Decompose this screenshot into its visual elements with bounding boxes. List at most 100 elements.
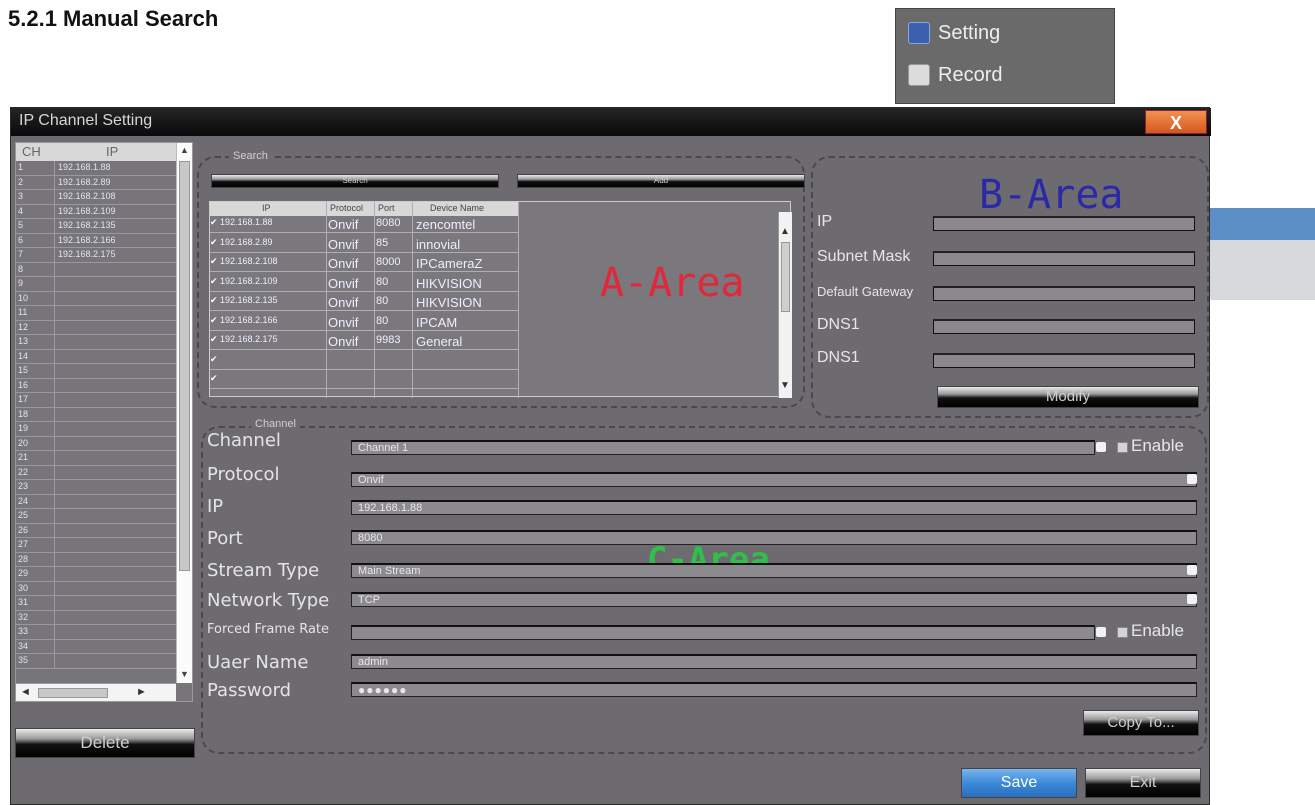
scroll-thumb[interactable] bbox=[179, 161, 190, 571]
column-divider bbox=[54, 480, 55, 494]
forced-frame-rate-select[interactable] bbox=[351, 625, 1095, 640]
checkbox-icon[interactable]: ✔ bbox=[210, 373, 218, 384]
dns1-field[interactable] bbox=[933, 319, 1195, 334]
copy-to-button[interactable]: Copy To... bbox=[1083, 710, 1199, 736]
add-button[interactable]: Add bbox=[517, 174, 805, 188]
channel-row[interactable]: 5 192.168.2.135 bbox=[16, 219, 176, 234]
checkbox-icon[interactable]: ✔ bbox=[210, 237, 218, 248]
channel-row[interactable]: 3 192.168.2.108 bbox=[16, 190, 176, 205]
checkbox-icon[interactable]: ✔ bbox=[210, 276, 218, 287]
channel-row[interactable]: 29 bbox=[16, 567, 176, 582]
search-result-row[interactable]: ✔ 192.168.2.175 Onvif 9983 General bbox=[210, 333, 518, 350]
search-result-row[interactable]: ✔ 192.168.2.166 Onvif 80 IPCAM bbox=[210, 314, 518, 331]
channel-row[interactable]: 17 bbox=[16, 393, 176, 408]
channel-row[interactable]: 14 bbox=[16, 349, 176, 364]
checkbox-icon[interactable]: ✔ bbox=[210, 334, 218, 345]
network-type-select[interactable]: TCP bbox=[351, 592, 1197, 607]
menu-item-record[interactable]: Record bbox=[908, 57, 1002, 93]
ip-field[interactable] bbox=[933, 216, 1195, 231]
channel-row[interactable]: 10 bbox=[16, 291, 176, 306]
search-button[interactable]: Search bbox=[211, 174, 499, 188]
delete-button[interactable]: Delete bbox=[15, 728, 195, 758]
search-result-row[interactable]: ✔ 192.168.2.89 Onvif 85 innovial bbox=[210, 236, 518, 253]
channel-row[interactable]: 11 bbox=[16, 306, 176, 321]
channel-row[interactable]: 26 bbox=[16, 523, 176, 538]
channel-row[interactable]: 8 bbox=[16, 262, 176, 277]
exit-button[interactable]: Exit bbox=[1085, 768, 1201, 798]
channel-select[interactable]: Channel 1 bbox=[351, 440, 1095, 455]
chevron-down-icon[interactable] bbox=[1096, 442, 1106, 452]
channel-row[interactable]: 34 bbox=[16, 639, 176, 654]
save-button[interactable]: Save bbox=[961, 768, 1077, 798]
ip-label: IP bbox=[207, 496, 224, 517]
chevron-down-icon[interactable] bbox=[1187, 565, 1197, 575]
channel-row[interactable]: 23 bbox=[16, 480, 176, 495]
menu-item-setting[interactable]: Setting bbox=[908, 15, 1000, 51]
channel-row[interactable]: 7 192.168.2.175 bbox=[16, 248, 176, 263]
scroll-thumb[interactable] bbox=[38, 688, 108, 698]
ip-input[interactable]: 192.168.1.88 bbox=[351, 500, 1197, 515]
channel-row[interactable]: 25 bbox=[16, 509, 176, 524]
channel-row[interactable]: 24 bbox=[16, 494, 176, 509]
scroll-thumb[interactable] bbox=[781, 242, 790, 312]
horizontal-scrollbar[interactable]: ◄ ► bbox=[16, 683, 176, 701]
subnet-mask-field[interactable] bbox=[933, 251, 1195, 266]
checkbox-icon[interactable]: ✔ bbox=[210, 217, 218, 228]
menu-item-label: Setting bbox=[938, 21, 1001, 44]
search-result-row[interactable]: ✔ 192.168.1.88 Onvif 8080 zencomtel bbox=[210, 216, 518, 233]
search-result-row[interactable]: ✔ 192.168.2.135 Onvif 80 HIKVISION bbox=[210, 294, 518, 311]
frame-rate-enable-checkbox[interactable] bbox=[1117, 627, 1128, 638]
channel-row[interactable]: 19 bbox=[16, 422, 176, 437]
password-input[interactable]: ●●●●●● bbox=[351, 682, 1197, 697]
channel-row[interactable]: 22 bbox=[16, 465, 176, 480]
user-name-input[interactable]: admin bbox=[351, 654, 1197, 669]
channel-row[interactable]: 9 bbox=[16, 277, 176, 292]
scroll-up-icon[interactable]: ▲ bbox=[780, 226, 790, 237]
results-scrollbar[interactable]: ▲ ▼ bbox=[778, 212, 792, 398]
channel-row[interactable]: 16 bbox=[16, 378, 176, 393]
vertical-scrollbar[interactable]: ▲ ▼ bbox=[176, 143, 192, 683]
channel-row[interactable]: 2 192.168.2.89 bbox=[16, 175, 176, 190]
chevron-down-icon[interactable] bbox=[1187, 474, 1197, 484]
channel-row[interactable]: 4 192.168.2.109 bbox=[16, 204, 176, 219]
chevron-down-icon[interactable] bbox=[1187, 594, 1197, 604]
modify-button[interactable]: Modify bbox=[937, 386, 1199, 408]
checkbox-icon[interactable]: ✔ bbox=[210, 354, 218, 365]
channel-row[interactable]: 33 bbox=[16, 625, 176, 640]
channel-row[interactable]: 30 bbox=[16, 581, 176, 596]
scroll-up-icon[interactable]: ▲ bbox=[179, 145, 190, 155]
protocol-select[interactable]: Onvif bbox=[351, 472, 1197, 487]
close-button[interactable]: X bbox=[1145, 110, 1207, 134]
dns2-field[interactable] bbox=[933, 353, 1195, 368]
stream-type-select[interactable]: Main Stream bbox=[351, 563, 1197, 578]
port-input[interactable]: 8080 bbox=[351, 530, 1197, 545]
scroll-down-icon[interactable]: ▼ bbox=[780, 380, 790, 391]
channel-row[interactable]: 15 bbox=[16, 364, 176, 379]
channel-row[interactable]: 18 bbox=[16, 407, 176, 422]
checkbox-icon[interactable]: ✔ bbox=[210, 295, 218, 306]
channel-row[interactable]: 28 bbox=[16, 552, 176, 567]
channel-row[interactable]: 27 bbox=[16, 538, 176, 553]
search-result-row[interactable]: ✔ bbox=[210, 353, 518, 370]
scroll-left-icon[interactable]: ◄ bbox=[20, 686, 31, 698]
chevron-down-icon[interactable] bbox=[1096, 627, 1106, 637]
channel-row[interactable]: 1 192.168.1.88 bbox=[16, 161, 176, 176]
search-result-row[interactable]: ✔ bbox=[210, 372, 518, 389]
channel-row[interactable]: 31 bbox=[16, 596, 176, 611]
scroll-right-icon[interactable]: ► bbox=[136, 686, 147, 698]
column-divider bbox=[54, 349, 55, 364]
channel-row[interactable]: 6 192.168.2.166 bbox=[16, 233, 176, 248]
default-gateway-field[interactable] bbox=[933, 286, 1195, 301]
channel-row[interactable]: 20 bbox=[16, 436, 176, 451]
checkbox-icon[interactable]: ✔ bbox=[210, 256, 218, 267]
channel-row[interactable]: 13 bbox=[16, 335, 176, 350]
search-result-row[interactable]: ✔ 192.168.2.108 Onvif 8000 IPCameraZ bbox=[210, 255, 518, 272]
scroll-down-icon[interactable]: ▼ bbox=[179, 669, 190, 679]
channel-row[interactable]: 35 bbox=[16, 654, 176, 669]
channel-row[interactable]: 21 bbox=[16, 451, 176, 466]
channel-row[interactable]: 32 bbox=[16, 610, 176, 625]
checkbox-icon[interactable]: ✔ bbox=[210, 315, 218, 326]
channel-enable-checkbox[interactable] bbox=[1117, 442, 1128, 453]
search-result-row[interactable]: ✔ 192.168.2.109 Onvif 80 HIKVISION bbox=[210, 275, 518, 292]
channel-row[interactable]: 12 bbox=[16, 320, 176, 335]
